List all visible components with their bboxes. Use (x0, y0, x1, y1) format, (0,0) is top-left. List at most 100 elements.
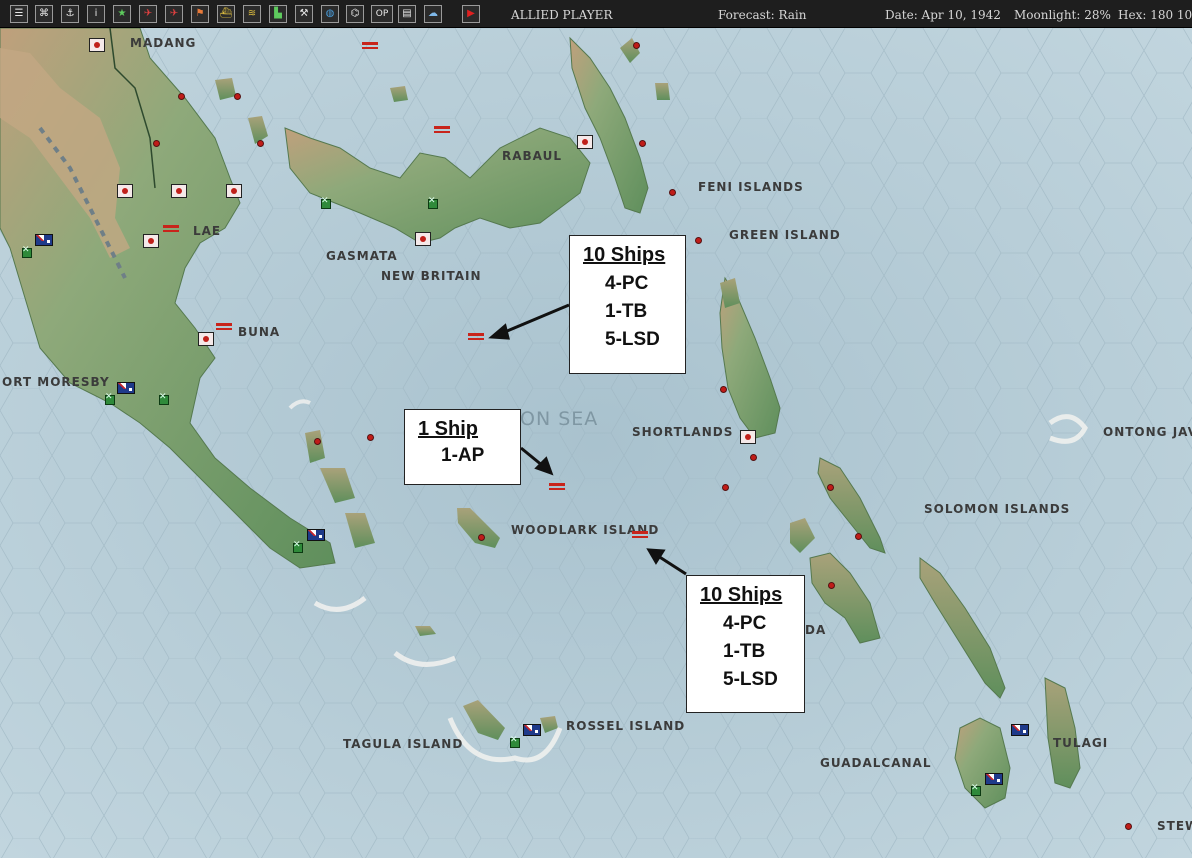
callout-line: 1-TB (723, 641, 766, 662)
report-icon[interactable]: ▤ (398, 5, 416, 23)
callout-line: 5-LSD (605, 329, 660, 350)
japanese-base-marker[interactable] (415, 232, 431, 246)
callout-title: 10 Ships (700, 584, 783, 606)
label-gasmata: GASMATA (326, 249, 398, 263)
callout-title: 10 Ships (583, 244, 666, 266)
moonlight: Moonlight: 28% (1014, 8, 1111, 22)
allied-flag-icon[interactable] (307, 529, 325, 541)
label-rossel-island: ROSSEL ISLAND (566, 719, 686, 733)
label-ontong-java: ONTONG JAVA (1103, 425, 1192, 439)
allied-flag-icon[interactable] (35, 234, 53, 246)
aircraft-icon[interactable]: ✈ (165, 5, 183, 23)
label-solomon-sea: ON SEA (520, 408, 599, 430)
globe-icon[interactable]: ◍ (321, 5, 339, 23)
label-tulagi: TULAGI (1053, 736, 1109, 750)
weather-forecast: Forecast: Rain (718, 8, 807, 22)
airfield-dot[interactable] (695, 237, 702, 244)
japanese-ship-icon[interactable] (468, 333, 484, 340)
airfield-dot[interactable] (1125, 823, 1132, 830)
allied-flag-icon[interactable] (117, 382, 135, 394)
airfield-dot[interactable] (633, 42, 640, 49)
label-buna: BUNA (238, 325, 281, 339)
allied-flag-icon[interactable] (1011, 724, 1029, 736)
airfield-dot[interactable] (669, 189, 676, 196)
land-unit-icon[interactable] (159, 392, 169, 405)
player-side: ALLIED PLAYER (511, 8, 613, 22)
label-new-britain: NEW BRITAIN (381, 269, 482, 283)
allied-flag-icon[interactable] (523, 724, 541, 736)
japanese-base-marker[interactable] (740, 430, 756, 444)
label-rabaul: RABAUL (502, 149, 562, 163)
japanese-base-marker[interactable] (117, 184, 133, 198)
japanese-ship-icon[interactable] (362, 42, 378, 49)
op-icon[interactable]: OP (371, 5, 393, 23)
japanese-base-marker[interactable] (171, 184, 187, 198)
airfield-dot[interactable] (750, 454, 757, 461)
airfield-dot[interactable] (478, 534, 485, 541)
port-icon[interactable]: ⚒ (295, 5, 313, 23)
callout-upper-task-force: 10 Ships 4-PC 1-TB 5-LSD (569, 235, 686, 374)
land-unit-icon[interactable] (510, 735, 520, 748)
base-icon[interactable]: ▙ (269, 5, 287, 23)
label-shortlands: SHORTLANDS (632, 425, 734, 439)
network-icon[interactable]: ⌬ (346, 5, 364, 23)
airfield-dot[interactable] (855, 533, 862, 540)
allied-flag-icon[interactable] (985, 773, 1003, 785)
weather-icon[interactable]: ☁ (424, 5, 442, 23)
japanese-ship-icon[interactable] (216, 323, 232, 330)
task-force-icon[interactable]: ⚓ (61, 5, 79, 23)
convoy-icon[interactable]: ≋ (243, 5, 261, 23)
label-solomon-islands: SOLOMON ISLANDS (924, 502, 1071, 516)
airfield-dot[interactable] (234, 93, 241, 100)
label-guadalcanal: GUADALCANAL (820, 756, 932, 770)
land-unit-icon[interactable] (428, 196, 438, 209)
label-lae: LAE (193, 224, 222, 238)
callout-line: 5-LSD (723, 669, 778, 690)
label-stew: STEW (1157, 819, 1192, 833)
info-icon[interactable]: i (87, 5, 105, 23)
airfield-dot[interactable] (720, 386, 727, 393)
air-group-icon[interactable]: ✈ (139, 5, 157, 23)
hq-icon[interactable]: ⌘ (35, 5, 53, 23)
star-icon[interactable]: ★ (113, 5, 131, 23)
label-green-island: GREEN ISLAND (729, 228, 841, 242)
airfield-dot[interactable] (639, 140, 646, 147)
airfield-dot[interactable] (722, 484, 729, 491)
land-unit-icon[interactable] (105, 392, 115, 405)
callout-single-ship: 1 Ship 1-AP (404, 409, 521, 485)
airfield-dot[interactable] (367, 434, 374, 441)
airfield-dot[interactable] (257, 140, 264, 147)
ship-icon[interactable]: ⛴ (217, 5, 235, 23)
land-unit-icon[interactable] (971, 783, 981, 796)
japanese-base-marker[interactable] (577, 135, 593, 149)
callout-line: 4-PC (723, 613, 767, 634)
airfield-dot[interactable] (153, 140, 160, 147)
land-unit-icon[interactable] (293, 540, 303, 553)
callout-line: 1-AP (441, 445, 485, 466)
land-unit-icon[interactable] (321, 196, 331, 209)
japanese-ship-icon[interactable] (549, 483, 565, 490)
japanese-ship-icon[interactable] (163, 225, 179, 232)
land-unit-icon[interactable] (22, 245, 32, 258)
hex-coordinates: Hex: 180 107 (1118, 8, 1192, 22)
label-tagula-island: TAGULA ISLAND (343, 737, 464, 751)
game-date: Date: Apr 10, 1942 (885, 8, 1001, 22)
japanese-base-marker[interactable] (198, 332, 214, 346)
japanese-base-marker[interactable] (226, 184, 242, 198)
airfield-dot[interactable] (178, 93, 185, 100)
label-port-moresby: ORT MORESBY (2, 375, 110, 389)
japanese-base-marker[interactable] (89, 38, 105, 52)
airfield-dot[interactable] (828, 582, 835, 589)
airfield-dot[interactable] (314, 438, 321, 445)
game-map[interactable]: MADANG LAE RABAUL FENI ISLANDS GREEN ISL… (0, 28, 1192, 858)
list-icon[interactable]: ☰ (10, 5, 28, 23)
japanese-ship-icon[interactable] (632, 531, 648, 538)
flag-icon[interactable]: ⚑ (191, 5, 209, 23)
japanese-ship-icon[interactable] (434, 126, 450, 133)
callout-line: 4-PC (605, 273, 649, 294)
airfield-dot[interactable] (827, 484, 834, 491)
end-turn-icon[interactable]: ▶ (462, 5, 480, 23)
label-madang: MADANG (130, 36, 197, 50)
callout-line: 1-TB (605, 301, 648, 322)
japanese-base-marker[interactable] (143, 234, 159, 248)
